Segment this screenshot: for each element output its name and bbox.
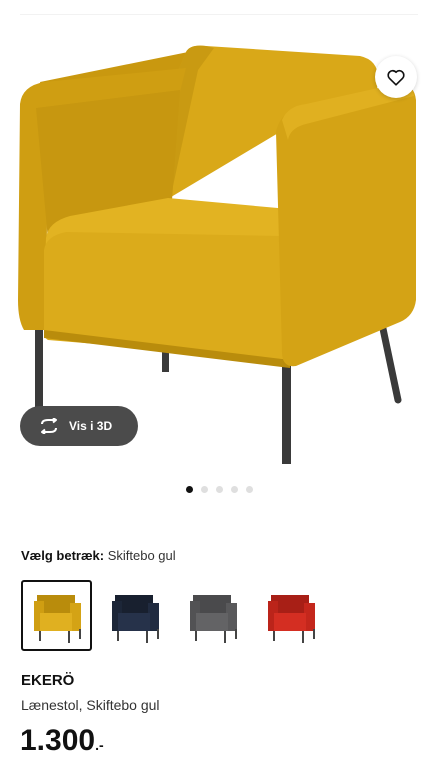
chair-thumbnail-icon (267, 594, 315, 643)
heart-icon (387, 69, 405, 86)
carousel-dot[interactable] (230, 486, 238, 493)
rotate-3d-icon (41, 418, 57, 434)
carousel-dot[interactable] (245, 486, 253, 493)
price-amount: 1.300 (20, 724, 96, 757)
view-in-3d-label: Vis i 3D (69, 419, 113, 433)
carousel-dot[interactable] (185, 486, 193, 493)
cover-swatches (21, 580, 326, 651)
product-name: EKERÖ (21, 672, 75, 689)
view-in-3d-button[interactable]: Vis i 3D (20, 406, 138, 446)
favorite-button[interactable] (375, 56, 417, 98)
product-description: Lænestol, Skiftebo gul (21, 697, 160, 713)
cover-value: Skiftebo gul (107, 548, 176, 563)
chair-thumbnail-icon (111, 594, 159, 643)
swatch-dark-blue[interactable] (99, 580, 170, 651)
price-suffix: .- (95, 737, 104, 753)
top-divider (20, 14, 418, 15)
swatch-yellow[interactable] (21, 580, 92, 651)
cover-label: Vælg betræk: (21, 548, 105, 563)
carousel-dot[interactable] (200, 486, 208, 493)
chair-thumbnail-icon (33, 594, 81, 643)
cover-selection-label: Vælg betræk: Skiftebo gul (21, 548, 176, 563)
chair-thumbnail-icon (189, 594, 237, 643)
swatch-red[interactable] (255, 580, 326, 651)
swatch-dark-grey[interactable] (177, 580, 248, 651)
product-price: 1.300 .- (20, 722, 104, 760)
carousel-indicator (0, 486, 438, 493)
carousel-dot[interactable] (215, 486, 223, 493)
